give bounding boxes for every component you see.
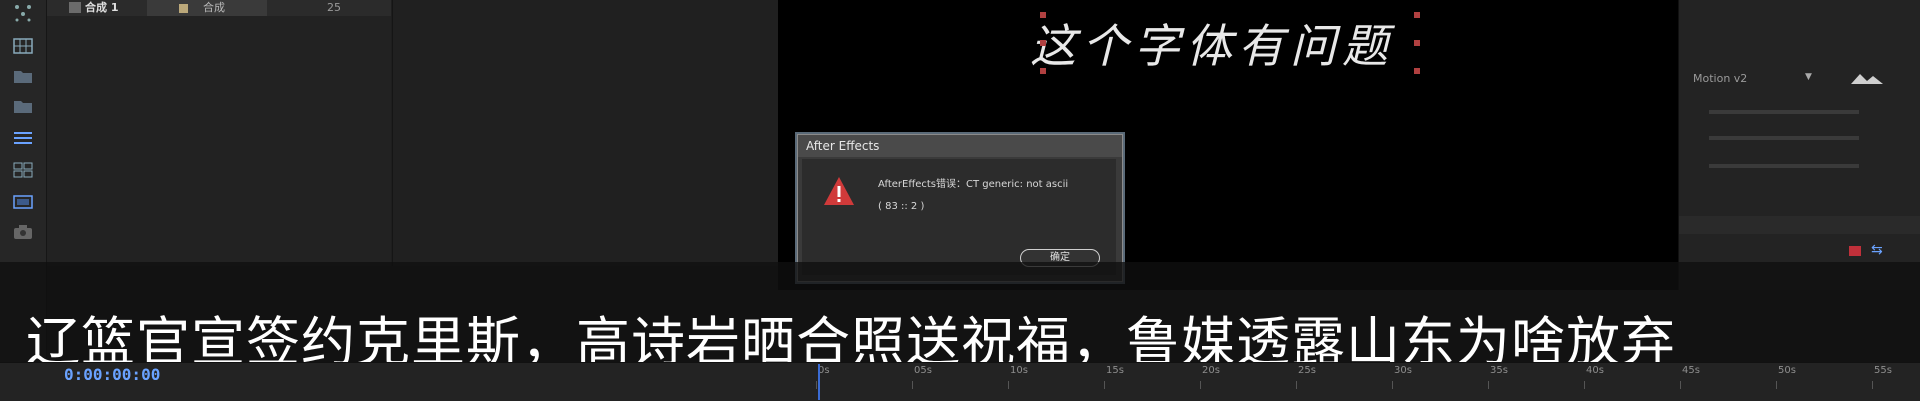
ruler-label: 25s (1298, 365, 1316, 376)
time-ruler[interactable]: 0s 05s 10s 15s 20s 25s 30s 35s 40s 45s 50s 55s (816, 363, 1916, 401)
label-color-swatch (179, 4, 188, 13)
panel-header (1679, 216, 1920, 234)
warning-icon (822, 175, 856, 207)
ruler-tick (1200, 381, 1201, 389)
transform-handle[interactable] (1414, 40, 1420, 46)
loop-icon[interactable]: ⇆ (1871, 242, 1883, 258)
project-item-row[interactable]: 合成 1 合成 25 (47, 0, 391, 16)
transform-handle[interactable] (1040, 68, 1046, 74)
dialog-title: After Effects (798, 135, 1122, 157)
viewer-text-layer[interactable]: 这个字体有问题 (1030, 10, 1430, 73)
ruler-label: 55s (1874, 365, 1892, 376)
ruler-tick (1872, 381, 1873, 389)
error-dialog: After Effects AfterEffects错误：CT generic:… (797, 134, 1123, 282)
ruler-tick (816, 381, 817, 389)
record-icon[interactable] (1849, 246, 1861, 256)
motion-panel: Motion v2 ▼ ⇆ (1678, 0, 1920, 290)
project-item-name: 合成 1 (85, 1, 119, 14)
folder-icon[interactable] (11, 66, 35, 86)
playhead[interactable] (818, 364, 820, 400)
mountain-icon (1849, 70, 1885, 84)
ruler-tick (1680, 381, 1681, 389)
transform-handle[interactable] (1040, 12, 1046, 18)
chevron-down-icon[interactable]: ▼ (1805, 72, 1812, 82)
ruler-label: 35s (1490, 365, 1508, 376)
preset-select[interactable]: Motion v2 (1693, 72, 1747, 85)
effects-panel (392, 0, 779, 266)
dialog-message: AfterEffects错误：CT generic: not ascii (878, 179, 1069, 190)
project-item-type: 合成 (203, 1, 225, 14)
list-icon[interactable] (11, 128, 35, 148)
ruler-tick (912, 381, 913, 389)
ruler-tick (1104, 381, 1105, 389)
ruler-tick (1584, 381, 1585, 389)
timecode-display[interactable]: 0:00:00:00 (64, 365, 160, 384)
layer-icon[interactable] (11, 192, 35, 212)
ruler-label: 50s (1778, 365, 1796, 376)
camera-icon[interactable] (11, 222, 35, 242)
layout-icon[interactable] (11, 160, 35, 180)
grid-icon[interactable] (11, 36, 35, 56)
ruler-label: 15s (1106, 365, 1124, 376)
ruler-tick (1296, 381, 1297, 389)
transform-handle[interactable] (1414, 68, 1420, 74)
ruler-label: 40s (1586, 365, 1604, 376)
ruler-label: 20s (1202, 365, 1220, 376)
ruler-tick (1488, 381, 1489, 389)
ruler-tick (1008, 381, 1009, 389)
ruler-label: 10s (1010, 365, 1028, 376)
folder-icon[interactable] (11, 96, 35, 116)
transform-handle[interactable] (1040, 40, 1046, 46)
ruler-label: 45s (1682, 365, 1700, 376)
project-item-value: 25 (327, 1, 341, 14)
dialog-body: AfterEffects错误：CT generic: not ascii ( 8… (802, 159, 1116, 275)
motion-slider[interactable] (1709, 164, 1859, 168)
timeline-panel: 0:00:00:00 0s 05s 10s 15s 20s 25s 30s 35s 40s 45s… (0, 362, 1920, 401)
transform-handle[interactable] (1414, 12, 1420, 18)
motion-slider[interactable] (1709, 110, 1859, 114)
ruler-label: 30s (1394, 365, 1412, 376)
project-panel: 合成 1 合成 25 (47, 0, 391, 266)
dialog-error-code: ( 83 :: 2 ) (878, 201, 925, 212)
ruler-tick (1392, 381, 1393, 389)
ruler-label: 05s (914, 365, 932, 376)
puppet-icon[interactable] (11, 2, 35, 22)
motion-slider[interactable] (1709, 136, 1859, 140)
composition-icon (69, 2, 81, 13)
ruler-tick (1776, 381, 1777, 389)
